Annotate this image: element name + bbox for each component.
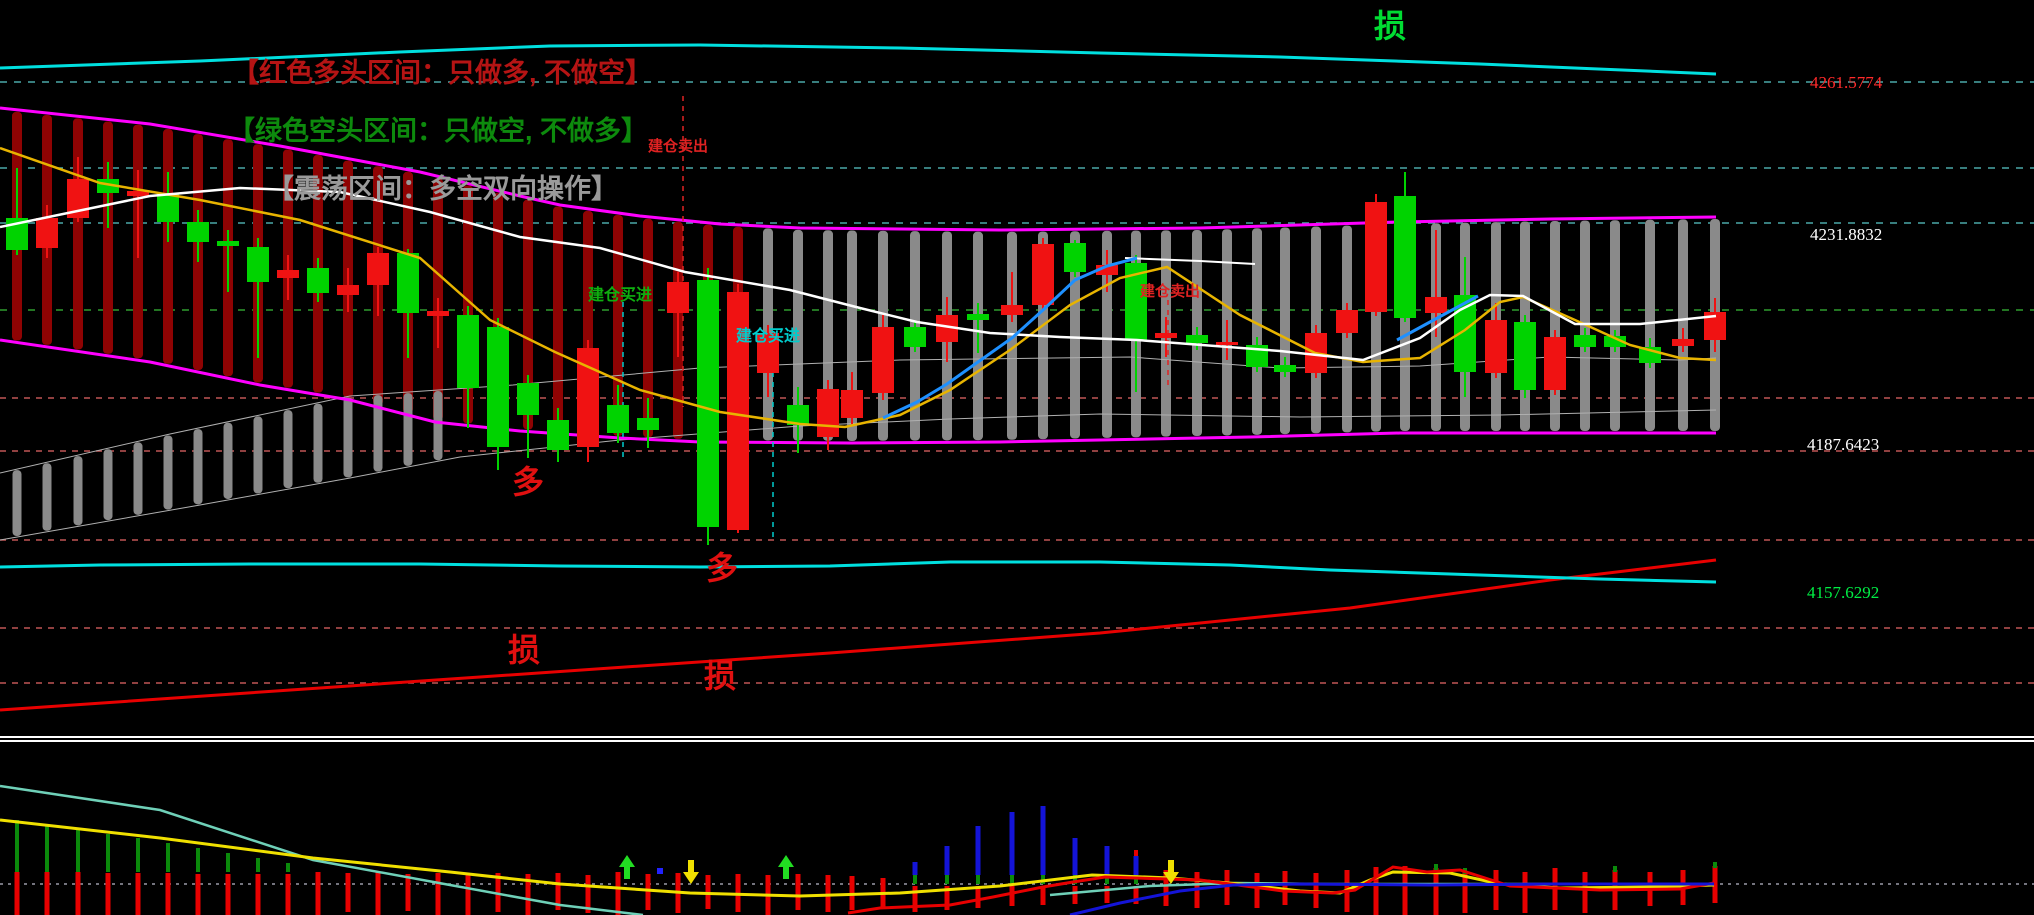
candle-body <box>457 315 479 388</box>
channel-fill-bar <box>103 122 113 354</box>
channel-fill-bar <box>1610 220 1620 431</box>
sub-teal-line <box>0 786 643 915</box>
candle-body <box>367 253 389 285</box>
annotation-zone-gray: 【震荡区间：多空双向操作】 <box>267 176 618 203</box>
annotation-buy-2: 建仓买进 <box>736 329 800 345</box>
candle-body <box>247 247 269 282</box>
gray-band-bar <box>74 456 83 525</box>
candle-body <box>1672 339 1694 346</box>
candle-body <box>307 268 329 293</box>
candle-body <box>1186 335 1208 343</box>
candle-body <box>841 390 863 418</box>
gray-band-bar <box>104 449 113 520</box>
candle-body <box>1001 305 1023 315</box>
candle-body <box>1394 196 1416 318</box>
channel-fill-bar <box>73 118 83 349</box>
candle-body <box>667 282 689 313</box>
candle-body <box>1032 244 1054 305</box>
candle-body <box>1365 202 1387 312</box>
gray-band-bar <box>164 435 173 509</box>
buy-arrow-icon <box>619 855 635 879</box>
annotation-duo-1: 多 <box>512 466 544 498</box>
candle-body <box>1485 320 1507 373</box>
trading-app-chart: 【红色多头区间：只做多, 不做空】【绿色空头区间：只做空, 不做多】【震荡区间：… <box>0 0 2034 915</box>
annotation-sell-2: 建仓卖出 <box>1140 284 1200 299</box>
candle-body <box>1064 243 1086 272</box>
candle-body <box>397 253 419 313</box>
candle-body <box>1216 342 1238 345</box>
candle-body <box>607 405 629 433</box>
gray-band-bar <box>434 391 443 460</box>
candle-body <box>1574 335 1596 347</box>
candle-body <box>517 383 539 415</box>
annotation-duo-2: 多 <box>706 552 738 584</box>
gray-band-bar <box>344 397 353 477</box>
gray-band-bar <box>13 470 22 536</box>
annotation-sell-1: 建仓卖出 <box>648 139 708 154</box>
channel-fill-bar <box>1678 219 1688 431</box>
candle-body <box>157 193 179 222</box>
gray-band-bar <box>284 410 293 488</box>
candle-body <box>547 420 569 450</box>
candle-body <box>904 327 926 347</box>
price-axis-label: 4261.5774 <box>1810 74 1882 91</box>
gray-band-bar <box>43 463 52 531</box>
channel-fill-bar <box>1252 228 1262 435</box>
annotation-sun-2: 损 <box>704 660 736 692</box>
channel-fill-bar <box>163 129 173 364</box>
candle-body <box>967 314 989 320</box>
candle-body <box>36 218 58 248</box>
gray-band-bar <box>134 442 143 515</box>
annotation-sun-1: 损 <box>508 634 540 666</box>
gray-band-bar <box>224 423 233 499</box>
gray-band-bar <box>314 404 323 483</box>
cyan-lower-line <box>0 562 1716 582</box>
price-axis-label: 4231.8832 <box>1810 226 1882 243</box>
candle-body <box>427 311 449 316</box>
annotation-zone-green: 【绿色空头区间：只做空, 不做多】 <box>228 118 648 145</box>
channel-fill-bar <box>1280 227 1290 434</box>
candle-body <box>1425 297 1447 313</box>
candle-body <box>187 222 209 242</box>
buy-arrow-icon <box>778 855 794 879</box>
price-axis-label: 4187.6423 <box>1807 436 1879 453</box>
candle-body <box>1274 365 1296 372</box>
candle-body <box>872 327 894 393</box>
candle-body <box>1336 310 1358 333</box>
candle-body <box>277 270 299 278</box>
annotation-buy-1: 建仓买进 <box>588 288 652 304</box>
candle-body <box>1544 337 1566 390</box>
candle-body <box>697 280 719 527</box>
candle-body <box>1155 333 1177 338</box>
channel-fill-bar <box>1550 221 1560 431</box>
candle-body <box>817 389 839 437</box>
price-axis-label: 4157.6292 <box>1807 584 1879 601</box>
channel-fill-bar <box>553 207 563 432</box>
candle-body <box>637 418 659 430</box>
gray-band-bar <box>254 416 263 493</box>
candle-body <box>487 327 509 447</box>
candle-body <box>1514 322 1536 390</box>
candle-body <box>337 285 359 295</box>
gray-band-bar <box>404 393 413 466</box>
red-trend-line <box>0 560 1716 710</box>
channel-fill-bar <box>1645 220 1655 431</box>
candle-body <box>217 241 239 246</box>
signal-dot-icon <box>657 868 663 874</box>
annotation-sun-top: 损 <box>1374 10 1406 42</box>
annotation-zone-red: 【红色多头区间：只做多, 不做空】 <box>232 60 652 87</box>
gray-band-bar <box>194 429 203 504</box>
sell-arrow-icon <box>683 860 699 884</box>
